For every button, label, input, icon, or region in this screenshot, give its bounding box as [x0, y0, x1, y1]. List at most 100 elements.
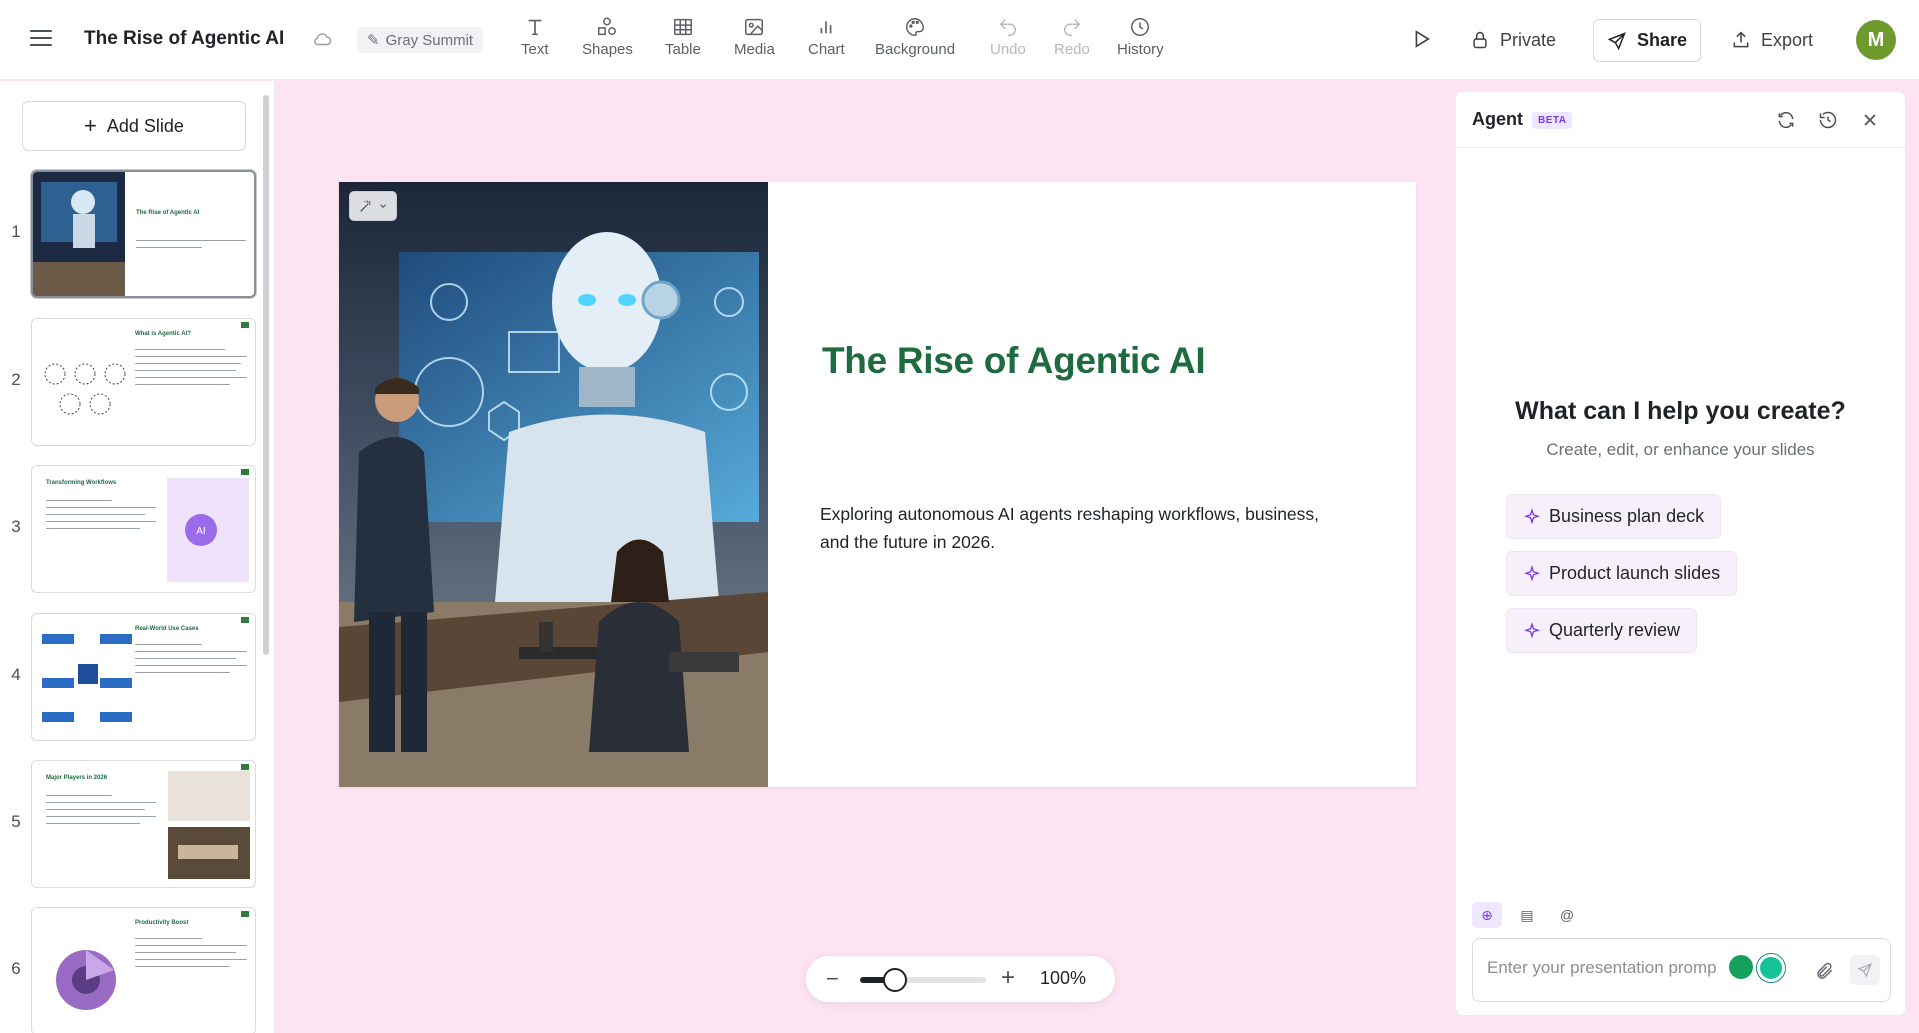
- private-button[interactable]: Private: [1470, 26, 1556, 54]
- send-button[interactable]: [1850, 955, 1880, 985]
- menu-icon[interactable]: [30, 30, 52, 48]
- thumbnail-diagram: [42, 634, 132, 722]
- slide-number: 4: [11, 665, 21, 684]
- slide-sidebar: + Add Slide 1 The Rise of Agentic AI 2 W…: [0, 81, 275, 1033]
- agent-heading: What can I help you create?: [1515, 397, 1846, 425]
- slide-thumbnail[interactable]: Transforming Workflows AI: [31, 465, 256, 593]
- slide-thumbnail-item[interactable]: 2 What is Agentic AI?: [0, 318, 262, 448]
- svg-text:AI: AI: [196, 526, 205, 537]
- sparkle-icon: [1523, 564, 1541, 581]
- agent-subheading: Create, edit, or enhance your slides: [1546, 440, 1815, 459]
- slide-thumbnail-item[interactable]: 1 The Rise of Agentic AI: [0, 170, 262, 300]
- tool-label: Undo: [990, 41, 1026, 58]
- agent-title: Agent: [1472, 109, 1523, 129]
- thumbnail-flag: [241, 469, 249, 475]
- export-button[interactable]: Export: [1731, 26, 1813, 54]
- thumbnail-ai-graphic: AI: [167, 478, 249, 582]
- share-button[interactable]: Share: [1593, 19, 1701, 62]
- sidebar-scrollbar-thumb[interactable]: [263, 95, 269, 655]
- chevron-down-icon: [380, 204, 386, 208]
- prompt-input[interactable]: [1487, 958, 1717, 978]
- slide-thumbnail[interactable]: The Rise of Agentic AI: [31, 170, 256, 298]
- tool-background[interactable]: Background: [875, 16, 955, 58]
- slide-thumbnail-item[interactable]: 6 Productivity Boost: [0, 907, 262, 1033]
- sidebar-scrollbar[interactable]: [263, 95, 269, 1020]
- tool-text[interactable]: Text: [521, 16, 549, 58]
- slide-hero-image[interactable]: [339, 182, 768, 787]
- thumbnail-flag: [241, 911, 249, 917]
- slide-thumbnail-item[interactable]: 4 Real-World Use Cases: [0, 613, 262, 743]
- cloud-sync-icon: [314, 33, 332, 46]
- tool-table[interactable]: Table: [665, 16, 701, 58]
- suggestion-business-plan[interactable]: Business plan deck: [1506, 494, 1722, 539]
- add-slide-button[interactable]: + Add Slide: [22, 101, 246, 151]
- zoom-level: 100%: [1040, 968, 1087, 988]
- slide-thumbnail[interactable]: What is Agentic AI?: [31, 318, 256, 446]
- mention-icon[interactable]: @: [1552, 902, 1582, 928]
- grammar-extension-icon[interactable]: [1729, 955, 1753, 979]
- tool-redo[interactable]: Redo: [1054, 16, 1090, 58]
- tool-chart[interactable]: Chart: [808, 16, 845, 58]
- zoom-control: − + 100%: [806, 956, 1115, 1002]
- document-title[interactable]: The Rise of Agentic AI: [84, 28, 284, 50]
- refresh-icon[interactable]: [1776, 110, 1796, 130]
- tool-label: Chart: [808, 41, 845, 58]
- chart-icon: [820, 21, 832, 34]
- tool-media[interactable]: Media: [734, 16, 775, 58]
- image-ai-edit-button[interactable]: [349, 191, 397, 221]
- thumbnail-photos: [168, 771, 250, 879]
- add-slide-label: Add Slide: [106, 115, 184, 136]
- slide-thumbnail[interactable]: Productivity Boost: [31, 907, 256, 1033]
- thumbnail-title: The Rise of Agentic AI: [136, 210, 200, 216]
- document-icon[interactable]: ▤: [1512, 902, 1542, 928]
- paperclip-icon[interactable]: [1815, 961, 1835, 981]
- grammarly-icon[interactable]: [1757, 954, 1785, 982]
- thumbnail-text-lines: [136, 240, 246, 254]
- text-icon: [528, 19, 542, 36]
- history-icon[interactable]: [1818, 110, 1838, 130]
- thumbnail-flag: [241, 617, 249, 623]
- slide-number: 3: [11, 517, 21, 536]
- slide-title[interactable]: The Rise of Agentic AI: [822, 340, 1206, 382]
- suggestion-product-launch[interactable]: Product launch slides: [1506, 551, 1738, 596]
- theme-name: Gray Summit: [385, 31, 474, 49]
- play-icon[interactable]: [1410, 28, 1432, 50]
- slide-thumbnail-item[interactable]: 3 Transforming Workflows AI: [0, 465, 262, 595]
- slide-thumbnail[interactable]: Major Players in 2026: [31, 760, 256, 888]
- beta-badge: BETA: [1532, 112, 1573, 129]
- sparkle-icon: [1523, 621, 1541, 638]
- thumbnail-flag: [241, 322, 249, 328]
- table-icon: [673, 18, 692, 36]
- slide-number: 2: [11, 370, 21, 389]
- slide-subtitle[interactable]: Exploring autonomous AI agents reshaping…: [820, 500, 1340, 556]
- tool-label: Text: [521, 41, 549, 58]
- tool-label: Media: [734, 41, 775, 58]
- tool-history[interactable]: History: [1117, 16, 1164, 58]
- slide-thumbnail-item[interactable]: 5 Major Players in 2026: [0, 760, 262, 890]
- slide-number: 6: [11, 959, 21, 978]
- slide-canvas[interactable]: The Rise of Agentic AI Exploring autonom…: [339, 182, 1416, 787]
- media-icon: [745, 18, 764, 36]
- zoom-in-button[interactable]: +: [1001, 964, 1015, 992]
- prompt-box: [1472, 938, 1891, 1002]
- slide-thumbnail[interactable]: Real-World Use Cases: [31, 613, 256, 741]
- thumbnail-text-lines: [135, 644, 247, 679]
- web-mode-icon[interactable]: ⊕: [1472, 902, 1502, 928]
- zoom-out-button[interactable]: −: [826, 966, 839, 992]
- agent-mode-row: ⊕ ▤ @: [1472, 902, 1582, 928]
- palette-icon: [906, 18, 925, 36]
- agent-header: Agent BETA: [1456, 92, 1905, 148]
- zoom-slider-handle[interactable]: [883, 968, 908, 992]
- thumbnail-image: [33, 172, 125, 296]
- close-icon[interactable]: [1860, 110, 1880, 130]
- theme-chip[interactable]: ✎ Gray Summit: [357, 27, 484, 53]
- top-toolbar: The Rise of Agentic AI ✎ Gray Summit Tex…: [0, 0, 1919, 80]
- tool-label: Redo: [1054, 41, 1090, 58]
- tool-shapes[interactable]: Shapes: [582, 16, 633, 58]
- avatar[interactable]: M: [1856, 20, 1896, 60]
- zoom-slider[interactable]: [860, 968, 986, 992]
- thumbnail-text-lines: [46, 795, 156, 830]
- slide-number: 5: [11, 812, 21, 831]
- tool-undo[interactable]: Undo: [990, 16, 1026, 58]
- suggestion-quarterly-review[interactable]: Quarterly review: [1506, 608, 1698, 653]
